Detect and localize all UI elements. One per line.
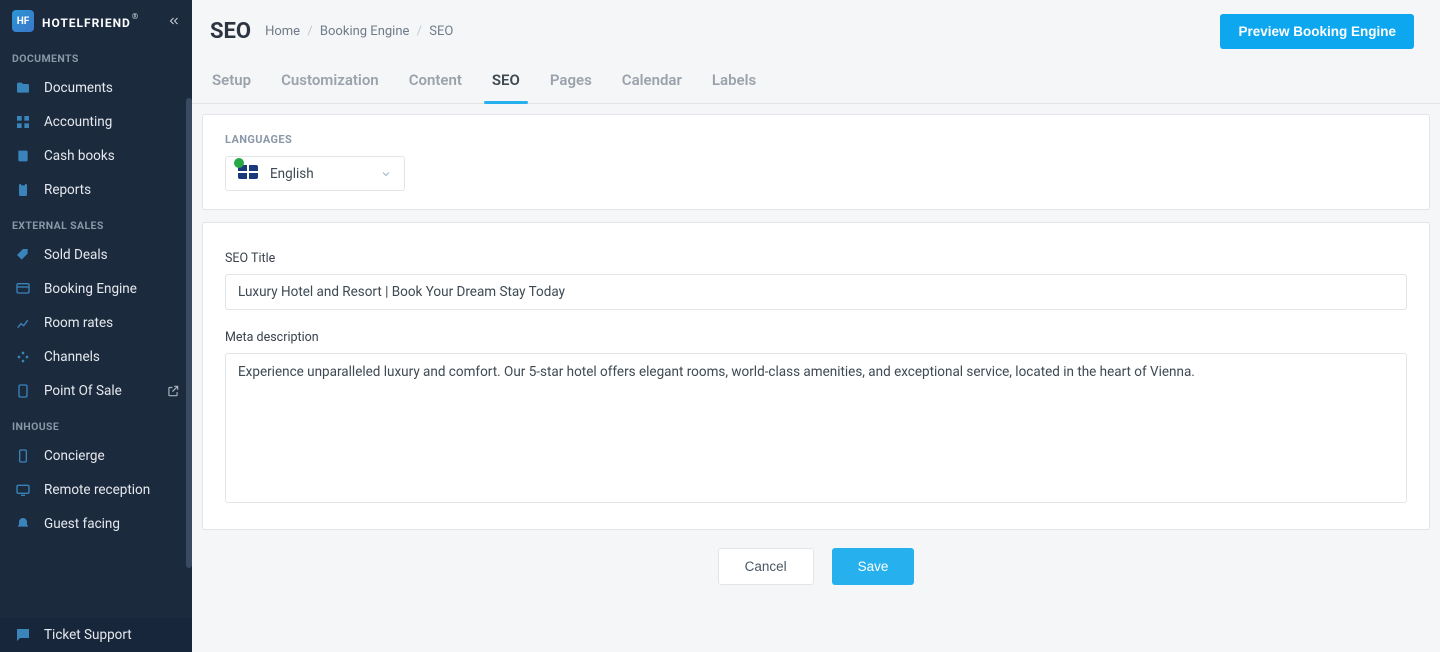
bell-icon	[14, 515, 32, 533]
folder-icon	[14, 79, 32, 97]
page-title: SEO	[210, 19, 251, 44]
sidebar-item-label: Room rates	[44, 315, 113, 331]
sidebar-item-label: Cash books	[44, 148, 115, 164]
sidebar-item-label: Reports	[44, 182, 91, 198]
preview-booking-engine-button[interactable]: Preview Booking Engine	[1220, 14, 1414, 49]
sidebar-item-channels[interactable]: Channels	[0, 340, 192, 374]
sidebar-item-ticket-support[interactable]: Ticket Support	[0, 618, 192, 652]
tab-seo[interactable]: SEO	[490, 63, 522, 103]
device-icon	[14, 382, 32, 400]
sidebar-nav: DOCUMENTS Documents Accounting Cash book…	[0, 40, 192, 618]
chart-icon	[14, 314, 32, 332]
monitor-icon	[14, 481, 32, 499]
breadcrumb-current: SEO	[429, 24, 453, 39]
sidebar-item-accounting[interactable]: Accounting	[0, 105, 192, 139]
seo-form-card: SEO Title Meta description	[202, 222, 1430, 530]
sidebar-item-guest-facing[interactable]: Guest facing	[0, 507, 192, 541]
sidebar-item-label: Booking Engine	[44, 281, 137, 297]
browser-icon	[14, 280, 32, 298]
languages-label: LANGUAGES	[225, 133, 1407, 146]
breadcrumb-booking-engine[interactable]: Booking Engine	[320, 24, 409, 39]
content: LANGUAGES English SEO Title	[192, 104, 1440, 609]
sidebar-item-sold-deals[interactable]: Sold Deals	[0, 238, 192, 272]
tabs: Setup Customization Content SEO Pages Ca…	[192, 49, 1440, 104]
external-link-icon	[166, 384, 180, 398]
seo-title-input[interactable]	[225, 274, 1407, 310]
language-select[interactable]: English	[225, 156, 405, 191]
save-button[interactable]: Save	[832, 548, 915, 585]
sidebar-item-label: Point Of Sale	[44, 383, 122, 399]
main: SEO Home / Booking Engine / SEO Preview …	[192, 0, 1440, 652]
section-title-external-sales: EXTERNAL SALES	[0, 207, 192, 238]
sidebar-item-label: Documents	[44, 80, 113, 96]
meta-description-textarea[interactable]	[225, 353, 1407, 503]
sidebar-item-label: Accounting	[44, 114, 112, 130]
sidebar-item-label: Channels	[44, 349, 100, 365]
phone-icon	[14, 447, 32, 465]
cancel-button[interactable]: Cancel	[718, 548, 814, 585]
sidebar-item-room-rates[interactable]: Room rates	[0, 306, 192, 340]
form-actions: Cancel Save	[202, 542, 1430, 589]
sidebar: HF HOTELFRIEND® DOCUMENTS Documents Acco…	[0, 0, 192, 652]
sidebar-item-documents[interactable]: Documents	[0, 71, 192, 105]
breadcrumb: Home / Booking Engine / SEO	[265, 24, 453, 39]
language-selected: English	[270, 166, 314, 182]
chevron-down-icon	[380, 168, 392, 180]
tab-setup[interactable]: Setup	[210, 63, 253, 103]
breadcrumb-home[interactable]: Home	[265, 24, 300, 39]
sidebar-item-remote-reception[interactable]: Remote reception	[0, 473, 192, 507]
clipboard-icon	[14, 181, 32, 199]
logo-text: HOTELFRIEND®	[42, 12, 138, 31]
collapse-sidebar-button[interactable]	[168, 15, 180, 27]
seo-title-label: SEO Title	[225, 251, 1407, 266]
tag-icon	[14, 246, 32, 264]
sidebar-item-cash-books[interactable]: Cash books	[0, 139, 192, 173]
logo: HF HOTELFRIEND®	[0, 0, 192, 40]
dots-icon	[14, 348, 32, 366]
sidebar-item-point-of-sale[interactable]: Point Of Sale	[0, 374, 192, 408]
sidebar-item-label: Sold Deals	[44, 247, 108, 263]
tab-customization[interactable]: Customization	[279, 63, 381, 103]
tab-calendar[interactable]: Calendar	[620, 63, 684, 103]
sidebar-item-label: Guest facing	[44, 516, 120, 532]
sidebar-item-label: Remote reception	[44, 482, 150, 498]
section-title-inhouse: INHOUSE	[0, 408, 192, 439]
sidebar-item-label: Ticket Support	[44, 627, 132, 643]
meta-description-label: Meta description	[225, 330, 1407, 345]
logo-mark: HF	[12, 10, 34, 32]
sidebar-item-reports[interactable]: Reports	[0, 173, 192, 207]
sidebar-item-booking-engine[interactable]: Booking Engine	[0, 272, 192, 306]
languages-card: LANGUAGES English	[202, 114, 1430, 210]
tab-labels[interactable]: Labels	[710, 63, 758, 103]
check-icon	[234, 158, 244, 168]
topbar: SEO Home / Booking Engine / SEO Preview …	[192, 0, 1440, 49]
chat-icon	[14, 626, 32, 644]
book-icon	[14, 147, 32, 165]
grid-icon	[14, 113, 32, 131]
sidebar-item-concierge[interactable]: Concierge	[0, 439, 192, 473]
section-title-documents: DOCUMENTS	[0, 40, 192, 71]
sidebar-item-label: Concierge	[44, 448, 105, 464]
tab-content[interactable]: Content	[407, 63, 464, 103]
tab-pages[interactable]: Pages	[548, 63, 594, 103]
